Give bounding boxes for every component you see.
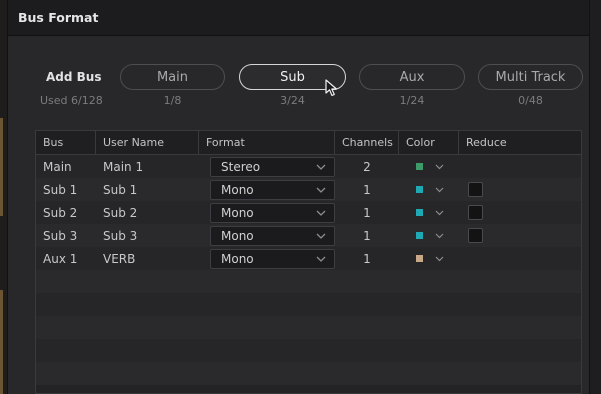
color-swatch[interactable] xyxy=(416,186,423,193)
format-cell: Mono xyxy=(199,224,335,247)
chevron-down-icon[interactable] xyxy=(435,164,444,170)
multi-track-count: 0/48 xyxy=(518,94,543,107)
empty-row xyxy=(36,362,581,385)
table-row[interactable]: Aux 1 VERB Mono 1 xyxy=(36,247,581,270)
format-dropdown[interactable]: Mono xyxy=(210,202,335,223)
chevron-down-icon xyxy=(316,164,326,170)
bus-cell: Main xyxy=(43,159,72,174)
color-cell[interactable] xyxy=(399,247,459,270)
bus-cell: Sub 3 xyxy=(43,228,78,243)
format-value: Stereo xyxy=(221,159,261,174)
table-row[interactable]: Main Main 1 Stereo 2 xyxy=(36,155,581,178)
reduce-checkbox[interactable] xyxy=(468,228,483,243)
reduce-cell xyxy=(459,201,581,224)
user-name-cell[interactable]: VERB xyxy=(96,247,199,270)
chevron-down-icon xyxy=(316,256,326,262)
chevron-down-icon xyxy=(316,187,326,193)
color-cell[interactable] xyxy=(399,155,459,178)
format-dropdown[interactable]: Stereo xyxy=(210,156,335,177)
format-value: Mono xyxy=(221,205,254,220)
chevron-down-icon[interactable] xyxy=(435,233,444,239)
column-header-channels[interactable]: Channels xyxy=(335,131,399,154)
chevron-down-icon[interactable] xyxy=(435,187,444,193)
bus-table: Bus User Name Format Channels Color Redu… xyxy=(35,130,582,394)
user-name-cell[interactable]: Sub 1 xyxy=(96,178,199,201)
color-cell[interactable] xyxy=(399,178,459,201)
color-swatch[interactable] xyxy=(416,209,423,216)
empty-row xyxy=(36,339,581,362)
used-count: Used 6/128 xyxy=(40,94,103,107)
bus-cell: Sub 2 xyxy=(43,205,78,220)
add-aux-button[interactable]: Aux xyxy=(359,64,465,90)
format-dropdown[interactable]: Mono xyxy=(210,179,335,200)
table-row[interactable]: Sub 3 Sub 3 Mono 1 xyxy=(36,224,581,247)
format-dropdown[interactable]: Mono xyxy=(210,248,335,269)
add-main-button[interactable]: Main xyxy=(120,64,225,90)
chevron-down-icon xyxy=(316,233,326,239)
chevron-down-icon xyxy=(316,210,326,216)
user-name-cell[interactable]: Sub 2 xyxy=(96,201,199,224)
channels-cell: 1 xyxy=(363,182,371,197)
reduce-cell xyxy=(459,155,581,178)
format-value: Mono xyxy=(221,251,254,266)
table-row[interactable]: Sub 2 Sub 2 Mono 1 xyxy=(36,201,581,224)
reduce-checkbox[interactable] xyxy=(468,205,483,220)
channels-cell: 1 xyxy=(363,228,371,243)
left-accent-bar xyxy=(0,290,3,394)
reduce-cell xyxy=(459,247,581,270)
table-body: Main Main 1 Stereo 2 Sub 1 Sub 1 Mono 1 … xyxy=(36,155,581,385)
aux-count: 1/24 xyxy=(399,94,425,107)
right-panel-edge xyxy=(590,0,601,394)
table-header: Bus User Name Format Channels Color Redu… xyxy=(36,131,581,155)
reduce-cell xyxy=(459,224,581,247)
column-header-reduce[interactable]: Reduce xyxy=(459,131,581,154)
left-accent-bar xyxy=(0,118,3,216)
color-cell[interactable] xyxy=(399,224,459,247)
bus-cell: Sub 1 xyxy=(43,182,78,197)
channels-cell: 1 xyxy=(363,205,371,220)
format-dropdown[interactable]: Mono xyxy=(210,225,335,246)
color-swatch[interactable] xyxy=(416,255,423,262)
left-panel-edge xyxy=(0,0,7,394)
window-title: Bus Format xyxy=(18,10,99,25)
table-row[interactable]: Sub 1 Sub 1 Mono 1 xyxy=(36,178,581,201)
format-cell: Mono xyxy=(199,178,335,201)
color-swatch[interactable] xyxy=(416,232,423,239)
format-cell: Mono xyxy=(199,247,335,270)
user-name-cell[interactable]: Sub 3 xyxy=(96,224,199,247)
format-cell: Stereo xyxy=(199,155,335,178)
chevron-down-icon[interactable] xyxy=(435,210,444,216)
add-bus-label: Add Bus xyxy=(46,70,102,84)
channels-cell: 2 xyxy=(363,159,371,174)
user-name-cell[interactable]: Main 1 xyxy=(96,155,199,178)
add-multi-track-button[interactable]: Multi Track xyxy=(478,64,583,90)
empty-row xyxy=(36,316,581,339)
bus-format-window: Bus Format Add Bus Used 6/128 Main 1/8 S… xyxy=(7,0,590,394)
column-header-user-name[interactable]: User Name xyxy=(96,131,199,154)
format-value: Mono xyxy=(221,228,254,243)
title-bar: Bus Format xyxy=(8,0,589,36)
empty-row xyxy=(36,293,581,316)
color-swatch[interactable] xyxy=(416,163,423,170)
column-header-color[interactable]: Color xyxy=(399,131,459,154)
reduce-checkbox[interactable] xyxy=(468,182,483,197)
main-count: 1/8 xyxy=(163,94,182,107)
channels-cell: 1 xyxy=(363,251,371,266)
mouse-pointer-icon xyxy=(325,79,338,97)
format-value: Mono xyxy=(221,182,254,197)
reduce-cell xyxy=(459,178,581,201)
add-bus-row: Add Bus Used 6/128 Main 1/8 Sub 3/24 Aux… xyxy=(8,64,589,110)
column-header-format[interactable]: Format xyxy=(199,131,335,154)
empty-row xyxy=(36,270,581,293)
bus-cell: Aux 1 xyxy=(43,251,78,266)
color-cell[interactable] xyxy=(399,201,459,224)
column-header-bus[interactable]: Bus xyxy=(36,131,96,154)
chevron-down-icon[interactable] xyxy=(435,256,444,262)
format-cell: Mono xyxy=(199,201,335,224)
